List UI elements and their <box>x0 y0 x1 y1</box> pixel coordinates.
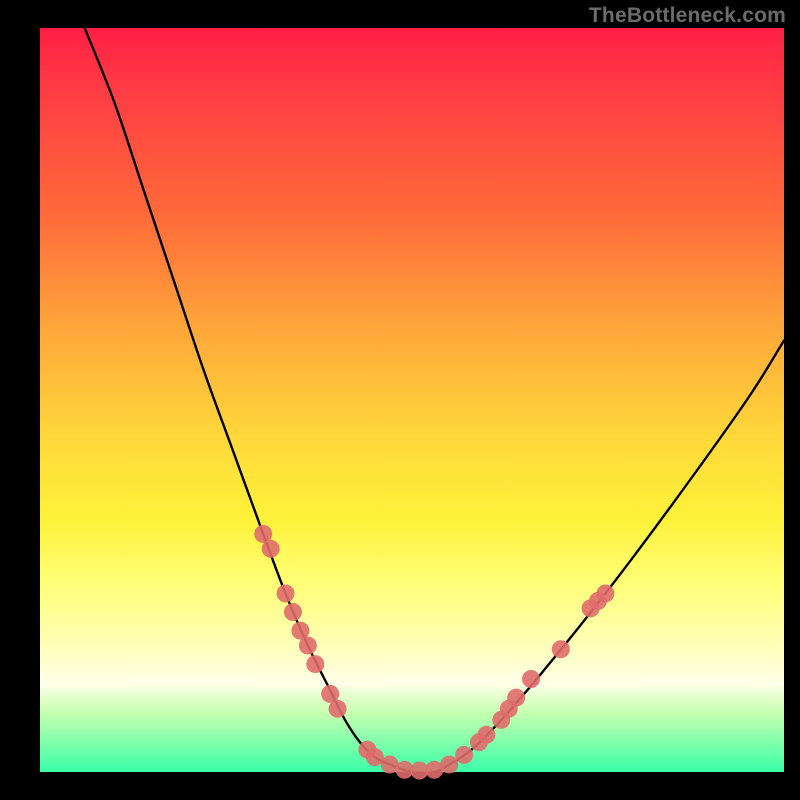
data-marker <box>477 726 495 744</box>
curve-group <box>85 28 784 773</box>
chart-frame: TheBottleneck.com <box>0 0 800 800</box>
data-marker <box>596 584 614 602</box>
data-marker <box>507 689 525 707</box>
data-marker <box>299 637 317 655</box>
data-marker <box>440 756 458 774</box>
data-marker <box>552 640 570 658</box>
data-marker <box>522 670 540 688</box>
data-marker <box>329 700 347 718</box>
markers-group <box>254 525 614 780</box>
data-marker <box>277 584 295 602</box>
data-marker <box>455 746 473 764</box>
watermark-text: TheBottleneck.com <box>589 4 786 28</box>
chart-svg <box>40 28 784 772</box>
plot-area <box>40 28 784 772</box>
data-marker <box>262 540 280 558</box>
data-marker <box>284 603 302 621</box>
bottleneck-curve <box>85 28 784 773</box>
data-marker <box>306 655 324 673</box>
